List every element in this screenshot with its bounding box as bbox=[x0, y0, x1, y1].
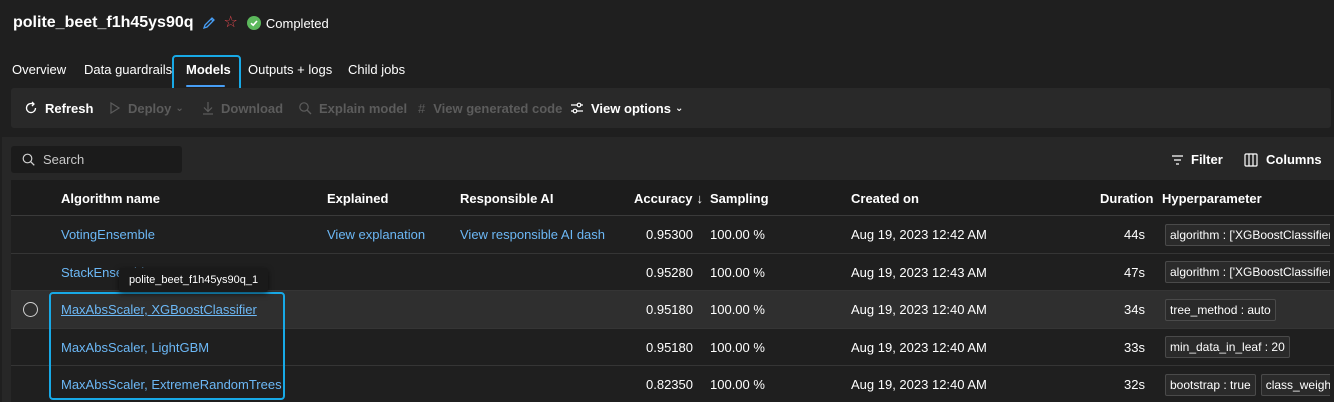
magnifier-icon bbox=[299, 102, 312, 115]
download-button[interactable]: Download bbox=[202, 88, 283, 128]
columns-button[interactable]: Columns bbox=[1244, 146, 1322, 173]
columns-label: Columns bbox=[1266, 152, 1322, 167]
table-row[interactable]: MaxAbsScaler, LightGBM 0.95180 100.00 % … bbox=[11, 328, 1334, 366]
duration-value: 44s bbox=[1124, 227, 1145, 242]
sampling-value: 100.00 % bbox=[710, 339, 765, 355]
sampling-value: 100.00 % bbox=[710, 227, 765, 242]
accuracy-value: 0.95280 bbox=[646, 264, 693, 280]
filter-button[interactable]: Filter bbox=[1171, 146, 1223, 173]
hyperparameter-chip: min_data_in_leaf : 20 bbox=[1165, 336, 1290, 358]
col-sampling[interactable]: Sampling bbox=[710, 180, 769, 216]
download-icon bbox=[203, 102, 213, 115]
accuracy-value: 0.95300 bbox=[646, 227, 693, 242]
accuracy-value: 0.95180 bbox=[646, 339, 693, 355]
col-hyperparameter[interactable]: Hyperparameter bbox=[1162, 180, 1262, 216]
sampling-value: 100.00 % bbox=[710, 302, 765, 317]
accuracy-value: 0.82350 bbox=[646, 377, 693, 392]
refresh-label: Refresh bbox=[45, 100, 94, 116]
filter-label: Filter bbox=[1191, 152, 1223, 167]
refresh-icon bbox=[25, 101, 37, 114]
col-responsible-ai[interactable]: Responsible AI bbox=[460, 180, 553, 216]
accuracy-value: 0.95180 bbox=[646, 302, 693, 317]
created-on-value: Aug 19, 2023 12:42 AM bbox=[851, 227, 987, 242]
row-select-radio[interactable] bbox=[23, 291, 38, 328]
tab-outputs-logs[interactable]: Outputs + logs bbox=[248, 62, 332, 77]
sampling-value: 100.00 % bbox=[710, 264, 765, 280]
hyperparameter-chip: bootstrap : true bbox=[1165, 373, 1256, 396]
tab-child-jobs[interactable]: Child jobs bbox=[348, 62, 405, 77]
view-options-button[interactable]: View options ⌄ bbox=[570, 88, 683, 128]
table-row[interactable]: VotingEnsemble View explanation View res… bbox=[11, 216, 1334, 254]
play-icon bbox=[110, 102, 121, 114]
hyperparameter-cell: bootstrap : true class_weight : bbox=[1165, 366, 1330, 402]
table-header: Algorithm name Explained Responsible AI … bbox=[11, 180, 1334, 216]
algorithm-link[interactable]: MaxAbsScaler, LightGBM bbox=[61, 329, 209, 366]
tab-data-guardrails[interactable]: Data guardrails bbox=[84, 62, 172, 77]
command-bar: Refresh Deploy ⌄ Download Explain model … bbox=[11, 88, 1331, 128]
tab-overview[interactable]: Overview bbox=[12, 62, 66, 77]
table-row[interactable]: MaxAbsScaler, ExtremeRandomTrees 0.82350… bbox=[11, 366, 1334, 402]
col-accuracy[interactable]: Accuracy ↓ bbox=[634, 180, 703, 216]
algorithm-tooltip: polite_beet_f1h45ys90q_1 bbox=[119, 268, 269, 292]
chevron-down-icon: ⌄ bbox=[175, 102, 184, 114]
filter-icon bbox=[1172, 154, 1183, 165]
sort-descending-icon: ↓ bbox=[696, 190, 704, 206]
tab-models[interactable]: Models bbox=[186, 62, 231, 77]
hyperparameter-chip: algorithm : ['XGBoostClassifier', ' bbox=[1165, 261, 1330, 283]
explain-model-label: Explain model bbox=[319, 100, 408, 116]
accuracy-header-label: Accuracy bbox=[634, 190, 693, 206]
chevron-down-icon: ⌄ bbox=[674, 102, 684, 114]
hyperparameter-chip: class_weight : bbox=[1260, 373, 1330, 396]
columns-icon bbox=[1244, 152, 1258, 167]
view-generated-code-button[interactable]: # View generated code bbox=[418, 88, 562, 128]
hash-icon: # bbox=[418, 100, 426, 116]
search-icon bbox=[22, 153, 35, 166]
job-header: polite_beet_f1h45ys90q ☆ Completed bbox=[13, 12, 329, 34]
hyperparameter-cell: algorithm : ['XGBoostClassifier', ' bbox=[1165, 254, 1330, 291]
created-on-value: Aug 19, 2023 12:40 AM bbox=[851, 377, 987, 392]
created-on-value: Aug 19, 2023 12:43 AM bbox=[851, 264, 987, 280]
hyperparameter-cell: min_data_in_leaf : 20 bbox=[1165, 329, 1330, 366]
status-text: Completed bbox=[265, 15, 329, 31]
download-label: Download bbox=[221, 100, 284, 116]
view-options-label: View options bbox=[591, 100, 671, 116]
sliders-icon bbox=[571, 102, 583, 114]
created-on-value: Aug 19, 2023 12:40 AM bbox=[851, 302, 987, 317]
col-created-on[interactable]: Created on bbox=[851, 180, 919, 216]
hyperparameter-cell: tree_method : auto bbox=[1165, 291, 1330, 328]
view-code-label: View generated code bbox=[433, 100, 563, 116]
refresh-button[interactable]: Refresh bbox=[24, 88, 93, 128]
star-icon[interactable]: ☆ bbox=[224, 15, 238, 31]
hyperparameter-cell: algorithm : ['XGBoostClassifier', ' bbox=[1165, 216, 1330, 253]
duration-value: 47s bbox=[1124, 264, 1145, 280]
deploy-label: Deploy bbox=[128, 100, 172, 116]
created-on-value: Aug 19, 2023 12:40 AM bbox=[851, 339, 987, 355]
col-duration[interactable]: Duration bbox=[1100, 180, 1153, 216]
job-title: polite_beet_f1h45ys90q bbox=[13, 14, 194, 31]
check-circle-icon bbox=[246, 16, 261, 30]
deploy-button[interactable]: Deploy ⌄ bbox=[109, 88, 184, 128]
hyperparameter-chip: tree_method : auto bbox=[1165, 298, 1276, 321]
duration-value: 34s bbox=[1124, 302, 1145, 317]
view-explanation-link[interactable]: View explanation bbox=[327, 216, 425, 253]
col-explained[interactable]: Explained bbox=[327, 180, 388, 216]
duration-value: 33s bbox=[1124, 339, 1145, 355]
algorithm-link[interactable]: VotingEnsemble bbox=[61, 216, 155, 253]
table-row[interactable]: MaxAbsScaler, XGBoostClassifier 0.95180 … bbox=[11, 291, 1334, 329]
hyperparameter-chip: algorithm : ['XGBoostClassifier', ' bbox=[1165, 223, 1330, 246]
algorithm-link[interactable]: MaxAbsScaler, XGBoostClassifier bbox=[61, 291, 257, 328]
search-input[interactable] bbox=[43, 152, 173, 167]
sampling-value: 100.00 % bbox=[710, 377, 765, 392]
pencil-icon[interactable] bbox=[202, 16, 216, 30]
algorithm-link[interactable]: MaxAbsScaler, ExtremeRandomTrees bbox=[61, 366, 282, 402]
active-tab-indicator bbox=[186, 85, 225, 87]
duration-value: 32s bbox=[1124, 377, 1145, 392]
explain-model-button[interactable]: Explain model bbox=[298, 88, 407, 128]
responsible-ai-link[interactable]: View responsible AI dash bbox=[460, 216, 605, 253]
col-algorithm-name[interactable]: Algorithm name bbox=[61, 180, 160, 216]
search-box[interactable] bbox=[11, 146, 182, 173]
